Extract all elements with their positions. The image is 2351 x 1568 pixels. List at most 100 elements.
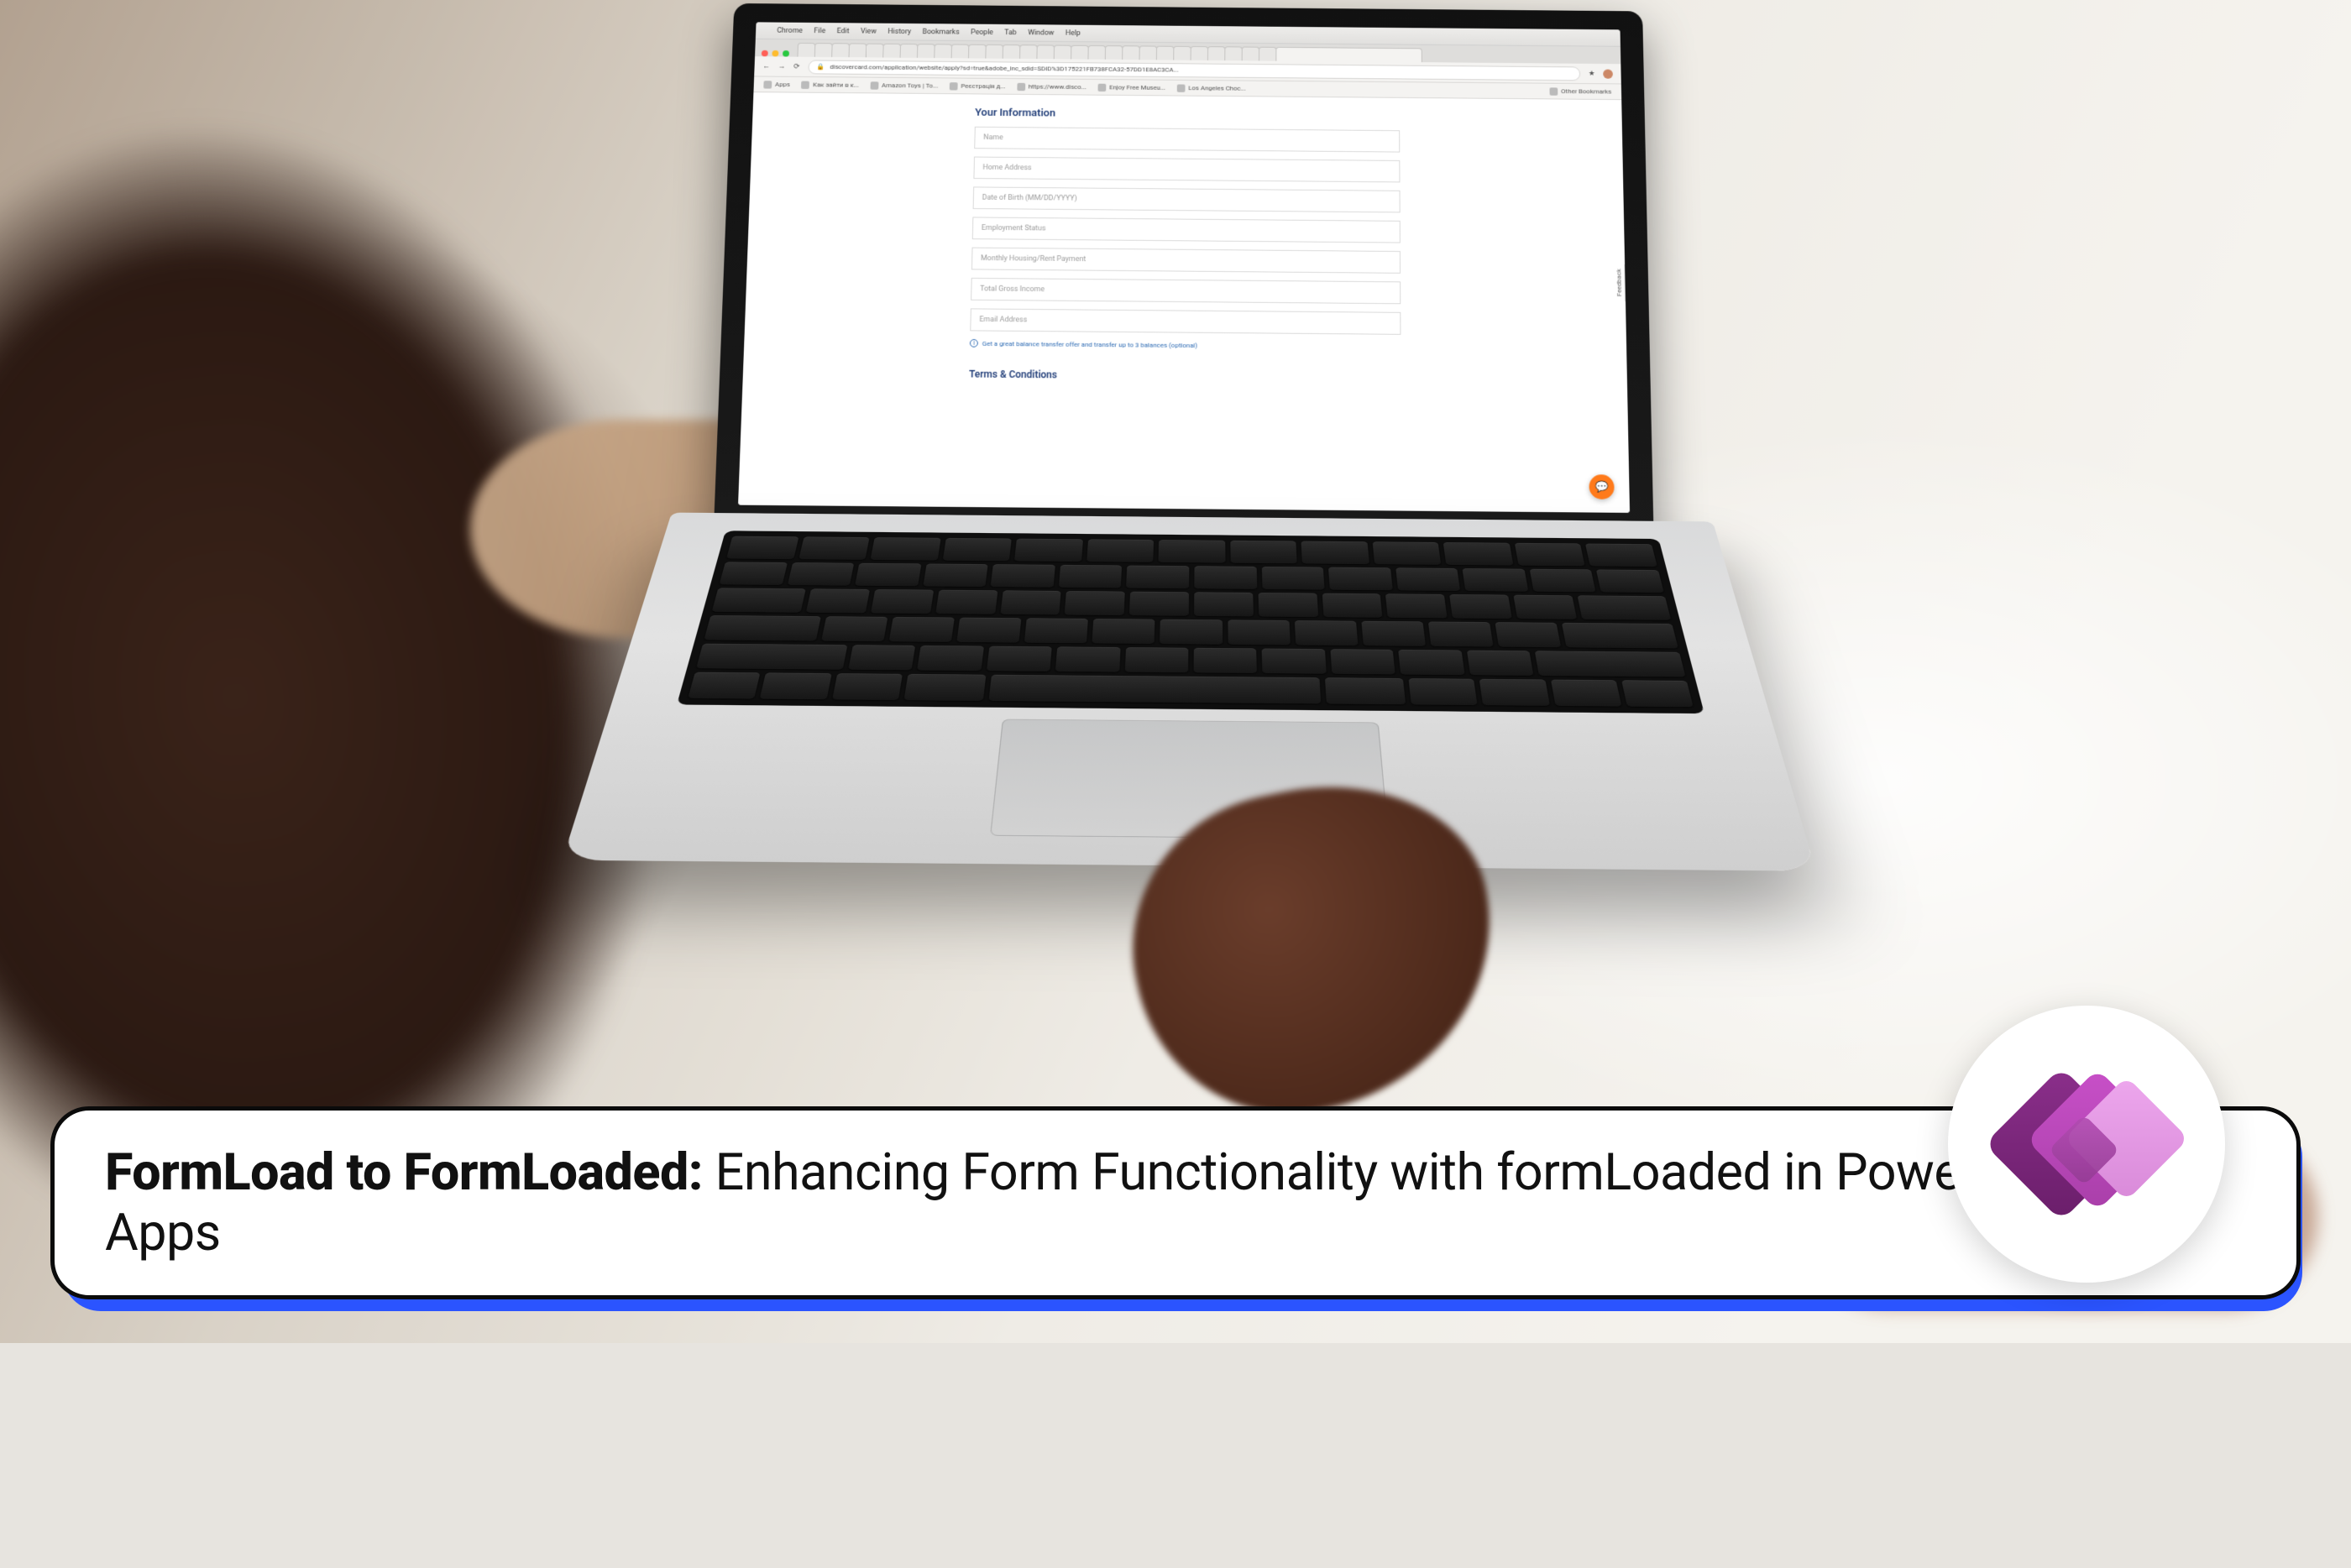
keyboard-key[interactable] — [1301, 541, 1369, 564]
keyboard-key[interactable] — [1577, 596, 1671, 620]
keyboard-key[interactable] — [760, 673, 831, 700]
menu-edit[interactable]: Edit — [837, 27, 850, 34]
browser-tab[interactable] — [1242, 47, 1259, 61]
keyboard-key[interactable] — [1495, 622, 1561, 647]
keyboard-key[interactable] — [1258, 593, 1317, 617]
keyboard-key[interactable] — [1294, 620, 1358, 645]
bookmark-item[interactable]: https://www.disco... — [1017, 82, 1086, 91]
keyboard-key[interactable] — [1086, 539, 1154, 562]
browser-tab[interactable] — [968, 44, 987, 59]
keyboard-key[interactable] — [726, 536, 799, 559]
keyboard-key[interactable] — [1443, 542, 1513, 565]
keyboard-key[interactable] — [1621, 681, 1694, 708]
browser-tab[interactable] — [1156, 46, 1174, 60]
browser-tab[interactable] — [1207, 46, 1225, 60]
keyboard-key[interactable] — [1261, 567, 1324, 590]
keyboard-key[interactable] — [935, 590, 997, 614]
extensions-icon[interactable]: ★ — [1589, 70, 1595, 77]
keyboard-key[interactable] — [1194, 648, 1258, 674]
browser-tab[interactable] — [900, 44, 919, 58]
keyboard-key[interactable] — [1513, 595, 1577, 619]
keyboard-key[interactable] — [832, 673, 903, 700]
window-zoom-icon[interactable] — [783, 50, 789, 57]
browser-tab[interactable] — [882, 44, 901, 58]
keyboard-key[interactable] — [704, 615, 821, 640]
keyboard-key[interactable] — [1322, 593, 1382, 618]
bookmark-item[interactable]: Как зайти в к... — [801, 81, 859, 89]
keyboard-key[interactable] — [1000, 591, 1061, 615]
address-bar[interactable]: 🔒 discovercard.com/application/website/a… — [808, 60, 1580, 81]
browser-tab[interactable] — [1139, 45, 1158, 60]
feedback-tab[interactable]: Feedback — [1613, 264, 1626, 302]
browser-tab[interactable] — [1054, 45, 1072, 60]
keyboard-key[interactable] — [991, 564, 1055, 588]
keyboard-key[interactable] — [1398, 650, 1464, 676]
profile-avatar-icon[interactable] — [1603, 69, 1613, 78]
keyboard-key[interactable] — [1515, 543, 1585, 566]
nav-back-icon[interactable]: ← — [762, 62, 770, 71]
menu-people[interactable]: People — [971, 29, 993, 37]
keyboard-key[interactable] — [688, 672, 760, 699]
bookmark-item[interactable]: Amazon Toys | To... — [870, 81, 938, 90]
keyboard-key[interactable] — [1463, 568, 1529, 592]
browser-tab[interactable] — [866, 44, 884, 58]
keyboard-key[interactable] — [1324, 677, 1406, 704]
keyboard-key[interactable] — [806, 589, 870, 614]
keyboard-spacebar[interactable] — [989, 675, 1321, 704]
keyboard-key[interactable] — [917, 645, 983, 672]
income-field[interactable]: Total Gross Income — [971, 278, 1401, 304]
keyboard-key[interactable] — [1092, 619, 1155, 644]
keyboard-key[interactable] — [1194, 566, 1257, 589]
browser-tab[interactable] — [1191, 46, 1208, 60]
keyboard-key[interactable] — [719, 562, 787, 585]
browser-tab[interactable] — [1122, 45, 1140, 60]
keyboard-key[interactable] — [1328, 567, 1392, 590]
dob-field[interactable]: Date of Birth (MM/DD/YYYY) — [973, 186, 1401, 212]
email-field[interactable]: Email Address — [970, 308, 1401, 334]
browser-tab[interactable] — [1019, 44, 1038, 59]
housing-field[interactable]: Monthly Housing/Rent Payment — [971, 248, 1401, 274]
keyboard-key[interactable] — [987, 645, 1052, 672]
keyboard-key[interactable] — [855, 563, 921, 587]
window-close-icon[interactable] — [762, 50, 768, 57]
window-minimize-icon[interactable] — [772, 50, 778, 57]
browser-tab[interactable] — [1071, 45, 1089, 60]
keyboard-key[interactable] — [1024, 618, 1088, 643]
keyboard-key[interactable] — [1550, 680, 1621, 707]
menu-bookmarks[interactable]: Bookmarks — [923, 28, 960, 36]
browser-tab[interactable] — [985, 44, 1003, 59]
menu-chrome[interactable]: Chrome — [777, 27, 803, 35]
browser-tab[interactable] — [917, 44, 935, 58]
keyboard-key[interactable] — [1059, 565, 1123, 588]
keyboard-key[interactable] — [1160, 619, 1223, 645]
browser-tab-active[interactable] — [1275, 47, 1422, 62]
other-bookmarks[interactable]: Other Bookmarks — [1550, 87, 1612, 96]
keyboard-key[interactable] — [1159, 540, 1226, 562]
bookmark-item[interactable]: Реєстрація д... — [950, 82, 1006, 91]
browser-tab[interactable] — [934, 44, 952, 58]
keyboard-key[interactable] — [1408, 678, 1477, 705]
browser-tab[interactable] — [814, 43, 833, 57]
keyboard-key[interactable] — [1361, 621, 1426, 646]
keyboard-key[interactable] — [903, 674, 986, 701]
browser-tab[interactable] — [1105, 45, 1123, 60]
browser-tab[interactable] — [1224, 46, 1242, 60]
keyboard-key[interactable] — [696, 643, 847, 670]
keyboard-key[interactable] — [871, 589, 934, 614]
browser-tab[interactable] — [1173, 46, 1191, 60]
menu-history[interactable]: History — [888, 28, 911, 36]
employment-field[interactable]: Employment Status — [972, 217, 1401, 243]
keyboard-key[interactable] — [1330, 649, 1395, 675]
browser-tab[interactable] — [1003, 44, 1021, 59]
browser-tab[interactable] — [1087, 45, 1106, 60]
keyboard-key[interactable] — [1065, 591, 1125, 615]
keyboard-key[interactable] — [787, 562, 854, 586]
keyboard-key[interactable] — [1194, 593, 1254, 617]
keyboard-key[interactable] — [1124, 647, 1188, 673]
keyboard-key[interactable] — [1372, 541, 1441, 564]
keyboard-key[interactable] — [1467, 650, 1534, 676]
keyboard-key[interactable] — [1395, 567, 1461, 591]
keyboard-key[interactable] — [923, 563, 988, 587]
menu-view[interactable]: View — [861, 28, 877, 35]
menu-window[interactable]: Window — [1028, 29, 1054, 37]
